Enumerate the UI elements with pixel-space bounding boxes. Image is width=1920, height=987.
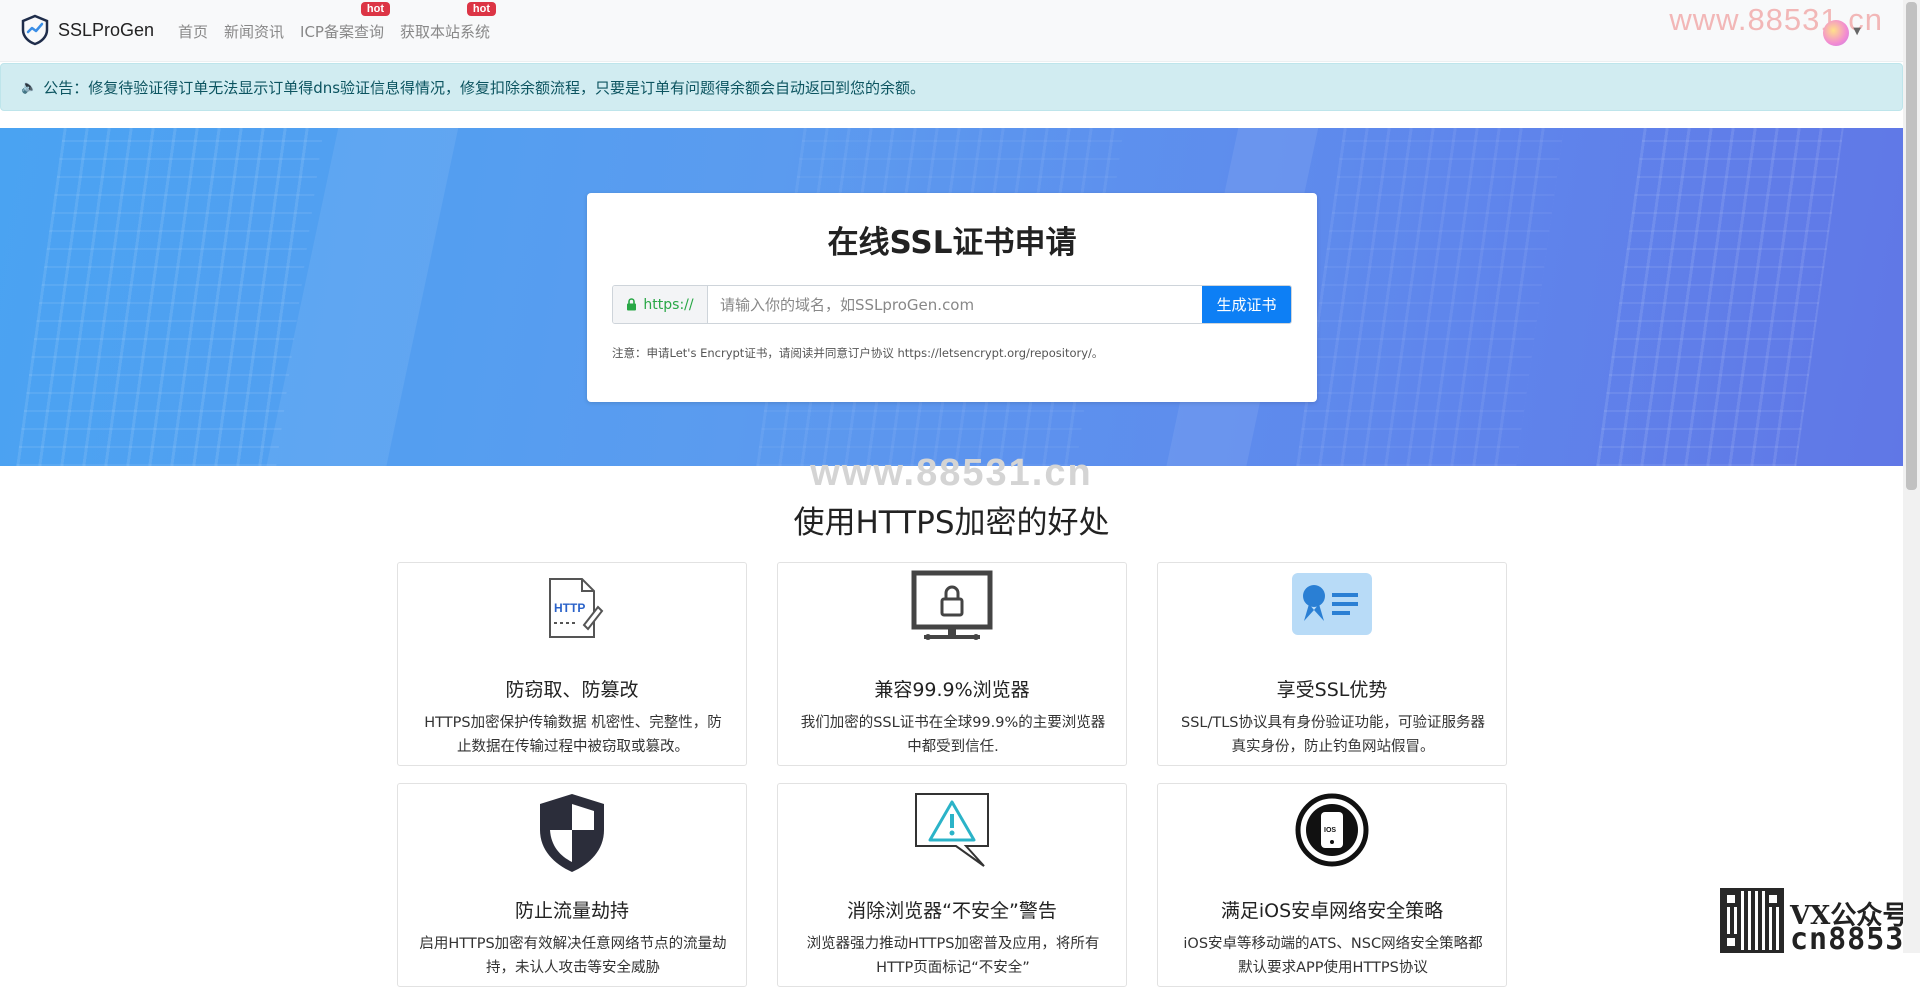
id-badge-icon bbox=[1158, 569, 1506, 649]
generate-cert-button[interactable]: 生成证书 bbox=[1202, 286, 1291, 323]
lock-icon bbox=[627, 298, 637, 311]
building-decoration bbox=[1596, 128, 1844, 466]
nav-item-home[interactable]: 首页 bbox=[178, 21, 208, 42]
nav-label: 首页 bbox=[178, 23, 209, 41]
shield-logo-icon bbox=[21, 14, 49, 46]
brand-name: SSLProGen bbox=[58, 19, 155, 40]
hot-badge: hot bbox=[466, 2, 496, 16]
top-navbar: SSLProGen 首页 新闻资讯 ICP备案查询 hot 获取本站系统 hot w… bbox=[0, 0, 1903, 62]
domain-input[interactable] bbox=[708, 286, 1202, 323]
ios-phone-icon: IOS bbox=[1158, 790, 1506, 870]
feature-desc: 启用HTTPS加密有效解决任意网络节点的流量劫持，未认人攻击等安全威胁 bbox=[419, 936, 727, 976]
feature-card: 兼容99.9%浏览器 我们加密的SSL证书在全球99.9%的主要浏览器中都受到信… bbox=[777, 562, 1127, 766]
brand[interactable]: SSLProGen bbox=[20, 14, 154, 46]
feature-title: 享受SSL优势 bbox=[1276, 679, 1388, 701]
nav-item-news[interactable]: 新闻资讯 bbox=[224, 21, 284, 42]
feature-title: 满足iOS安卓网络安全策略 bbox=[1220, 900, 1444, 922]
cert-title: 在线SSL证书申请 bbox=[827, 225, 1077, 261]
announcement-banner: 🔈 公告：修复待验证得订单无法显示订单得dns验证信息得情况，修复扣除余额流程，… bbox=[0, 63, 1903, 111]
feature-desc: iOS安卓等移动端的ATS、NSC网络安全策略都默认要求APP使用HTTPS协议 bbox=[1183, 936, 1483, 976]
nav-label: 获取本站系统 bbox=[399, 23, 490, 41]
feature-title: 兼容99.9%浏览器 bbox=[874, 679, 1030, 701]
qr-code-icon bbox=[1720, 888, 1784, 953]
benefits-title: 使用HTTPS加密的好处 bbox=[793, 505, 1110, 541]
feature-desc: 浏览器强力推动HTTPS加密普及应用，将所有HTTP页面标记“不安全” bbox=[806, 936, 1100, 976]
caret-down-icon[interactable]: ▼ bbox=[1853, 26, 1861, 37]
feature-card: 消除浏览器“不安全”警告 浏览器强力推动HTTPS加密普及应用，将所有HTTP页… bbox=[777, 783, 1127, 987]
feature-title: 消除浏览器“不安全”警告 bbox=[847, 900, 1057, 922]
watermark-mid: www.88531.cn bbox=[810, 452, 1093, 494]
speaker-icon: 🔈 bbox=[21, 79, 38, 95]
feature-desc: HTTPS加密保护传输数据 机密性、完整性，防止数据在传输过程中被窃取或篡改。 bbox=[424, 715, 722, 755]
https-prefix-label: https:// bbox=[643, 296, 694, 313]
feature-card: HTTP 防窃取、防篡改 HTTPS加密保护传输数据 机密性、完整性，防止数据在… bbox=[397, 562, 747, 766]
https-prefix: https:// bbox=[613, 286, 708, 323]
nav-label: 新闻资讯 bbox=[224, 23, 285, 41]
feature-desc: 我们加密的SSL证书在全球99.9%的主要浏览器中都受到信任. bbox=[800, 715, 1106, 755]
qr-corner bbox=[1723, 891, 1739, 907]
building-decoration bbox=[1296, 128, 1564, 466]
feature-card: 享受SSL优势 SSL/TLS协议具有身份验证功能，可验证服务器真实身份，防止钓… bbox=[1157, 562, 1507, 766]
footer-watermark-line2: cn88531 bbox=[1790, 922, 1920, 957]
cert-request-card: 在线SSL证书申请 https:// 生成证书 注意：申请Let's Encry… bbox=[587, 193, 1317, 402]
svg-text:HTTP: HTTP bbox=[554, 601, 585, 615]
shield-icon bbox=[398, 790, 746, 872]
feature-title: 防止流量劫持 bbox=[514, 900, 629, 922]
nav-links: 首页 新闻资讯 ICP备案查询 hot 获取本站系统 hot bbox=[178, 2, 496, 42]
nav-item-get-system[interactable]: 获取本站系统 hot bbox=[399, 2, 496, 42]
feature-card: 防止流量劫持 启用HTTPS加密有效解决任意网络节点的流量劫持，未认人攻击等安全… bbox=[397, 783, 747, 987]
warning-chat-icon bbox=[778, 790, 1126, 870]
hot-badge: hot bbox=[360, 2, 390, 16]
feature-desc: SSL/TLS协议具有身份验证功能，可验证服务器真实身份，防止钓鱼网站假冒。 bbox=[1180, 715, 1485, 755]
domain-form: https:// 生成证书 bbox=[612, 285, 1292, 324]
cert-note: 注意：申请Let's Encrypt证书，请阅读并同意订户协议 https://… bbox=[612, 346, 1104, 360]
nav-label: ICP备案查询 bbox=[300, 23, 384, 41]
qr-corner bbox=[1723, 934, 1739, 950]
qr-corner bbox=[1765, 891, 1781, 907]
svg-text:IOS: IOS bbox=[1324, 827, 1336, 834]
avatar[interactable] bbox=[1823, 20, 1849, 46]
monitor-lock-icon bbox=[778, 569, 1126, 649]
watermark-top: www.88531.cn bbox=[1669, 2, 1883, 37]
feature-card: IOS 满足iOS安卓网络安全策略 iOS安卓等移动端的ATS、NSC网络安全策… bbox=[1157, 783, 1507, 987]
nav-item-icp-query[interactable]: ICP备案查询 hot bbox=[300, 2, 390, 42]
feature-title: 防窃取、防篡改 bbox=[505, 679, 639, 701]
scrollbar-thumb[interactable] bbox=[1906, 2, 1917, 490]
http-document-icon: HTTP bbox=[398, 569, 746, 649]
announcement-text: 公告：修复待验证得订单无法显示订单得dns验证信息得情况，修复扣除余额流程，只要… bbox=[43, 78, 926, 97]
